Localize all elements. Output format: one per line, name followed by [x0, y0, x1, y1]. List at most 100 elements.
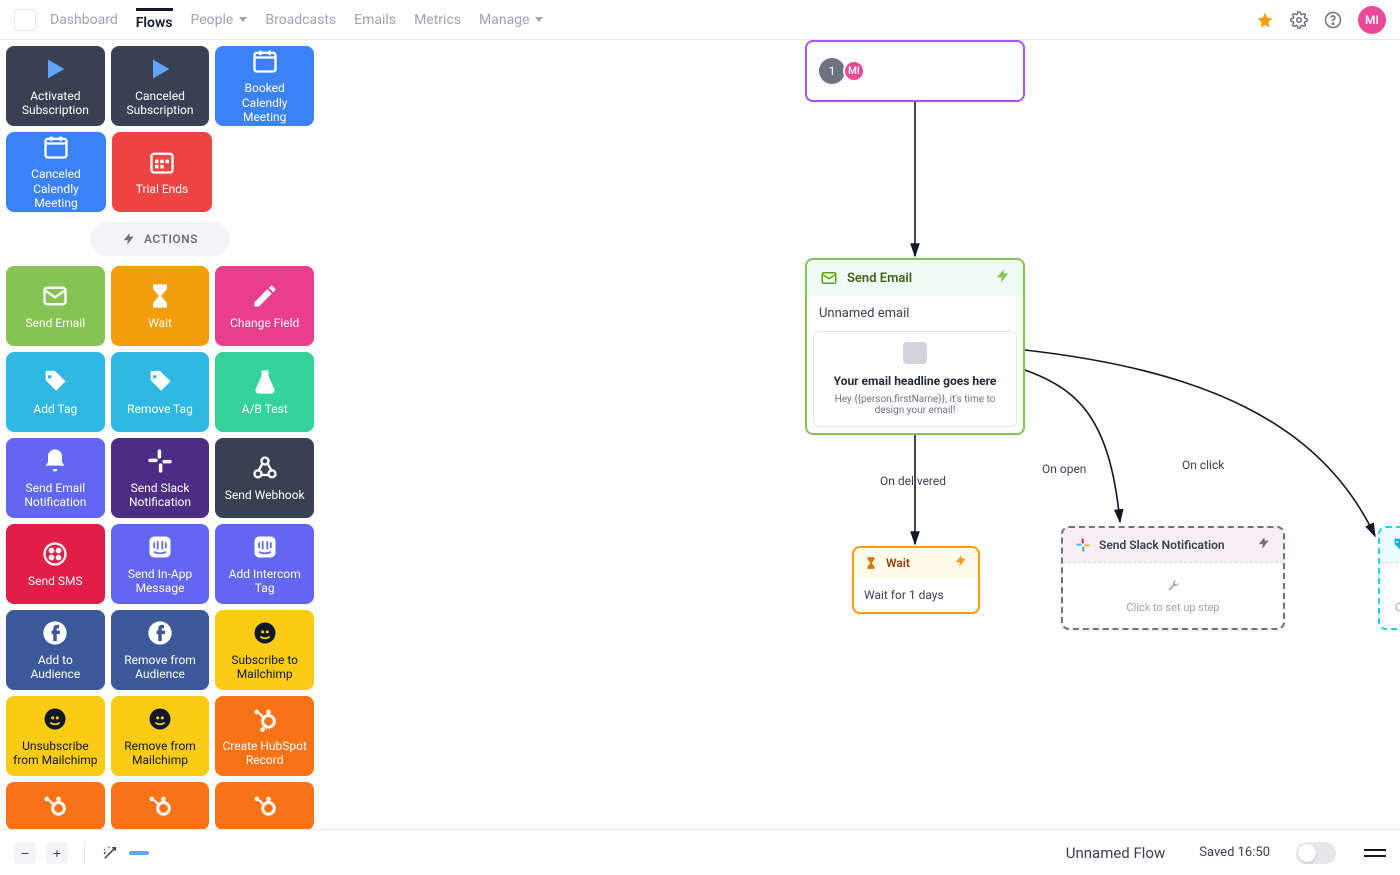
add-tag-node[interactable]: Add Tag Click to set up step: [1378, 526, 1400, 630]
trigger-count-badge: 1: [819, 58, 845, 84]
facebook-icon: [146, 619, 174, 647]
action-hubspot-record[interactable]: Create HubSpot Record: [215, 696, 314, 776]
action-remove-audience[interactable]: Remove from Audience: [111, 610, 210, 690]
flow-name[interactable]: Unnamed Flow: [1066, 844, 1166, 862]
trigger-node[interactable]: 1 MI: [805, 40, 1025, 102]
tag-icon: [146, 368, 174, 396]
email-node-title: Send Email: [847, 271, 912, 286]
slack-setup-body[interactable]: Click to set up step: [1063, 562, 1283, 628]
trigger-booked-calendly[interactable]: Booked Calendly Meeting: [215, 46, 314, 126]
help-icon[interactable]: [1324, 11, 1342, 29]
webhook-icon: [251, 454, 279, 482]
trigger-canceled-subscription[interactable]: Canceled Subscription: [111, 46, 210, 126]
magic-wand-icon[interactable]: [101, 844, 119, 862]
envelope-icon: [819, 269, 839, 287]
action-unsubscribe-mailchimp[interactable]: Unsubscribe from Mailchimp: [6, 696, 105, 776]
calendar-icon: [251, 47, 279, 75]
flask-icon: [251, 368, 279, 396]
nav-manage[interactable]: Manage: [479, 12, 543, 28]
action-add-tag[interactable]: Add Tag: [6, 352, 105, 432]
action-hubspot-extra-3[interactable]: [215, 782, 314, 829]
bolt-icon: [122, 230, 136, 248]
wait-node-body: Wait for 1 days: [854, 578, 978, 612]
email-subject: Unnamed email: [807, 296, 1023, 331]
email-preview: Your email headline goes here Hey {{pers…: [813, 331, 1017, 427]
action-hubspot-extra-2[interactable]: [111, 782, 210, 829]
zoom-out-button[interactable]: −: [14, 842, 36, 864]
action-ab-test[interactable]: A/B Test: [215, 352, 314, 432]
workspace: Activated Subscription Canceled Subscrip…: [0, 40, 1400, 829]
trigger-canceled-calendly[interactable]: Canceled Calendly Meeting: [6, 132, 106, 212]
slack-node-title: Send Slack Notification: [1099, 538, 1225, 552]
edge-label-open: On open: [1042, 462, 1086, 476]
brand-logo[interactable]: [14, 9, 36, 31]
trigger-trial-ends[interactable]: Trial Ends: [112, 132, 212, 212]
twilio-icon: [41, 540, 69, 568]
hubspot-icon: [41, 792, 69, 820]
progress-indicator: [129, 851, 149, 855]
hourglass-icon: [146, 282, 174, 310]
action-intercom-tag[interactable]: Add Intercom Tag: [215, 524, 314, 604]
pencil-icon: [251, 282, 279, 310]
calendar-grid-icon: [148, 148, 176, 176]
slack-icon: [146, 447, 174, 475]
top-nav: Dashboard Flows People Broadcasts Emails…: [0, 0, 1400, 40]
bolt-icon: [1257, 536, 1271, 554]
bolt-icon: [954, 554, 968, 572]
action-remove-tag[interactable]: Remove Tag: [111, 352, 210, 432]
saved-status: Saved 16:50: [1199, 845, 1270, 860]
wait-node[interactable]: Wait Wait for 1 days: [852, 546, 980, 614]
intercom-icon: [251, 533, 279, 561]
mailchimp-icon: [41, 705, 69, 733]
tag-icon: [1392, 536, 1400, 554]
edge-label-click: On click: [1182, 458, 1224, 472]
hubspot-icon: [146, 792, 174, 820]
hourglass-icon: [864, 554, 878, 572]
zoom-in-button[interactable]: +: [46, 842, 68, 864]
wrench-icon: [1165, 577, 1181, 595]
action-slack-notification[interactable]: Send Slack Notification: [111, 438, 210, 518]
mailchimp-icon: [251, 619, 279, 647]
star-icon[interactable]: [1256, 11, 1274, 29]
edge-label-delivered: On delivered: [880, 474, 946, 488]
action-subscribe-mailchimp[interactable]: Subscribe to Mailchimp: [215, 610, 314, 690]
send-email-node[interactable]: Send Email Unnamed email Your email head…: [805, 258, 1025, 435]
action-send-email[interactable]: Send Email: [6, 266, 105, 346]
action-add-audience[interactable]: Add to Audience: [6, 610, 105, 690]
mailchimp-icon: [146, 705, 174, 733]
action-hubspot-extra-1[interactable]: [6, 782, 105, 829]
trigger-activated-subscription[interactable]: Activated Subscription: [6, 46, 105, 126]
nav-broadcasts[interactable]: Broadcasts: [265, 12, 336, 28]
play-icon: [41, 55, 69, 83]
divider: [84, 842, 85, 864]
action-change-field[interactable]: Change Field: [215, 266, 314, 346]
nav-flows[interactable]: Flows: [136, 8, 173, 31]
envelope-icon: [41, 282, 69, 310]
bottom-bar: − + Unnamed Flow Saved 16:50: [0, 829, 1400, 875]
user-avatar[interactable]: MI: [1358, 6, 1386, 34]
action-email-notification[interactable]: Send Email Notification: [6, 438, 105, 518]
sidebar: Activated Subscription Canceled Subscrip…: [0, 40, 320, 829]
play-icon: [146, 55, 174, 83]
action-wait[interactable]: Wait: [111, 266, 210, 346]
nav-dashboard[interactable]: Dashboard: [50, 12, 118, 28]
action-send-sms[interactable]: Send SMS: [6, 524, 105, 604]
intercom-icon: [146, 533, 174, 561]
action-webhook[interactable]: Send Webhook: [215, 438, 314, 518]
publish-toggle[interactable]: [1296, 842, 1336, 864]
nav-emails[interactable]: Emails: [354, 12, 396, 28]
bolt-icon: [995, 268, 1011, 288]
nav-metrics[interactable]: Metrics: [414, 12, 461, 28]
action-inapp-message[interactable]: Send In-App Message: [111, 524, 210, 604]
hubspot-icon: [251, 705, 279, 733]
facebook-icon: [41, 619, 69, 647]
trigger-user-avatar: MI: [843, 60, 865, 82]
addtag-setup-body[interactable]: Click to set up step: [1380, 562, 1400, 628]
actions-section-label: ACTIONS: [90, 222, 230, 256]
slack-notification-node[interactable]: Send Slack Notification Click to set up …: [1061, 526, 1285, 630]
action-remove-mailchimp[interactable]: Remove from Mailchimp: [111, 696, 210, 776]
nav-people[interactable]: People: [191, 12, 248, 28]
gear-icon[interactable]: [1290, 11, 1308, 29]
menu-icon[interactable]: [1364, 849, 1386, 857]
flow-canvas[interactable]: On delivered On open On click 1 MI Send …: [320, 40, 1400, 829]
